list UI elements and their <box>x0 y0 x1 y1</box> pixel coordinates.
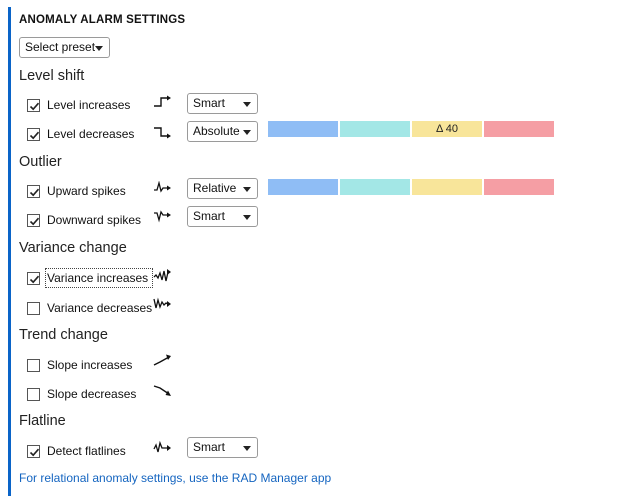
rad-manager-link[interactable]: For relational anomaly settings, use the… <box>19 471 331 485</box>
chevron-down-icon <box>243 215 251 220</box>
upward-spikes-checkbox[interactable] <box>27 185 40 198</box>
threshold-segment[interactable] <box>268 121 338 137</box>
variance-up-icon <box>153 269 171 282</box>
level-decreases-mode-value: Absolute <box>193 124 240 138</box>
downward-spikes-mode-dropdown[interactable]: Smart <box>187 206 258 227</box>
chevron-down-icon <box>243 130 251 135</box>
section-title-variance-change: Variance change <box>19 240 127 256</box>
threshold-segment[interactable] <box>484 179 554 195</box>
variance-increases-label: Variance increases <box>47 271 149 285</box>
level-increases-mode-dropdown[interactable]: Smart <box>187 93 258 114</box>
spike-up-icon <box>154 181 171 193</box>
detect-flatlines-mode-dropdown[interactable]: Smart <box>187 437 258 458</box>
slope-decreases-label: Slope decreases <box>47 387 137 401</box>
variance-decreases-label: Variance decreases <box>47 301 153 315</box>
upward-spikes-mode-value: Relative <box>193 181 237 195</box>
threshold-segment[interactable] <box>412 179 482 195</box>
flatline-icon <box>153 440 171 453</box>
slope-increases-label: Slope increases <box>47 358 133 372</box>
downward-spikes-label: Downward spikes <box>47 213 142 227</box>
level-decreases-checkbox[interactable] <box>27 128 40 141</box>
slope-increases-checkbox[interactable] <box>27 359 40 372</box>
slope-down-icon <box>153 385 171 396</box>
level-increases-label: Level increases <box>47 98 131 112</box>
section-title-outlier: Outlier <box>19 154 62 170</box>
upward-spikes-label: Upward spikes <box>47 184 126 198</box>
preset-dropdown[interactable]: Select preset <box>19 37 110 58</box>
page-title: ANOMALY ALARM SETTINGS <box>19 14 186 26</box>
section-title-trend-change: Trend change <box>19 327 108 343</box>
detect-flatlines-label: Detect flatlines <box>47 444 126 458</box>
variance-increases-checkbox[interactable] <box>27 272 40 285</box>
variance-decreases-checkbox[interactable] <box>27 302 40 315</box>
downward-spikes-mode-value: Smart <box>193 209 226 223</box>
level-decreases-mode-dropdown[interactable]: Absolute <box>187 121 258 142</box>
level-decreases-threshold-bar[interactable]: Δ 40 <box>268 121 554 137</box>
upward-spikes-threshold-bar[interactable] <box>268 179 554 195</box>
variance-down-icon <box>153 297 171 310</box>
chevron-down-icon <box>243 187 251 192</box>
chevron-down-icon <box>243 102 251 107</box>
level-increases-checkbox[interactable] <box>27 99 40 112</box>
section-title-level-shift: Level shift <box>19 68 85 84</box>
slope-decreases-checkbox[interactable] <box>27 388 40 401</box>
threshold-segment[interactable] <box>340 179 410 195</box>
slope-up-icon <box>153 354 171 366</box>
section-title-flatline: Flatline <box>19 413 66 429</box>
level-increases-mode-value: Smart <box>193 96 226 110</box>
spike-down-icon <box>154 210 171 223</box>
chevron-down-icon <box>243 446 251 451</box>
downward-spikes-checkbox[interactable] <box>27 214 40 227</box>
anomaly-settings-panel: ANOMALY ALARM SETTINGS Select preset Lev… <box>19 0 619 497</box>
step-down-icon <box>154 127 171 139</box>
step-up-icon <box>154 95 171 107</box>
accent-bar <box>8 7 11 496</box>
detect-flatlines-mode-value: Smart <box>193 440 226 454</box>
threshold-segment[interactable] <box>268 179 338 195</box>
upward-spikes-mode-dropdown[interactable]: Relative <box>187 178 258 199</box>
chevron-down-icon <box>95 46 103 51</box>
threshold-segment[interactable]: Δ 40 <box>412 121 482 137</box>
threshold-segment[interactable] <box>484 121 554 137</box>
level-decreases-label: Level decreases <box>47 127 135 141</box>
preset-dropdown-value: Select preset <box>25 40 96 54</box>
detect-flatlines-checkbox[interactable] <box>27 445 40 458</box>
threshold-segment[interactable] <box>340 121 410 137</box>
